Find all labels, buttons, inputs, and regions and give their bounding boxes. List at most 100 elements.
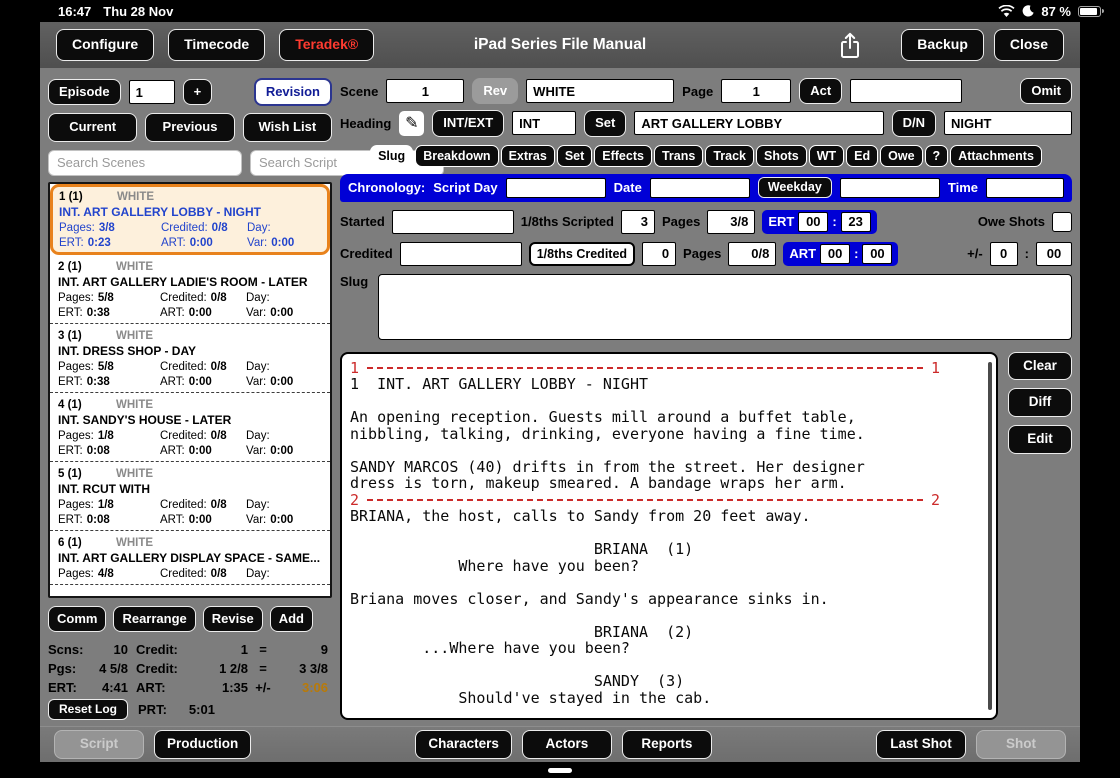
tab-effects[interactable]: Effects [594, 145, 652, 167]
eighths-scripted-input[interactable] [621, 210, 655, 234]
time-input[interactable] [986, 178, 1064, 198]
slug-textarea[interactable] [378, 274, 1072, 340]
page-number-input[interactable] [721, 79, 791, 103]
battery-tip [1102, 9, 1104, 13]
backup-button[interactable]: Backup [901, 29, 984, 61]
weekday-button[interactable]: Weekday [758, 177, 832, 199]
art-group: ART : [783, 242, 898, 266]
act-button[interactable]: Act [799, 78, 842, 104]
tab-shots[interactable]: Shots [756, 145, 807, 167]
pages-scripted-input[interactable] [707, 210, 755, 234]
eighths-credited-input[interactable] [642, 242, 676, 266]
set-button[interactable]: Set [584, 110, 626, 136]
plusminus-minutes-input[interactable] [1036, 242, 1072, 266]
art-minutes-input[interactable] [862, 244, 892, 264]
totals-ert-label: ERT: [48, 680, 86, 695]
ert-minutes-input[interactable] [841, 212, 871, 232]
current-tab-button[interactable]: Current [48, 113, 137, 141]
main-area: Episode + Revision Current Previous Wish… [40, 68, 1080, 726]
search-scenes-input[interactable] [48, 150, 242, 176]
tab-ed[interactable]: Ed [846, 145, 878, 167]
plusminus-hours-input[interactable] [990, 242, 1018, 266]
act-input[interactable] [850, 79, 962, 103]
eighths-credited-button[interactable]: 1/8ths Credited [529, 242, 635, 266]
ert-hours-input[interactable] [798, 212, 828, 232]
script-day-input[interactable] [506, 178, 606, 198]
int-ext-input[interactable] [512, 111, 576, 135]
characters-button[interactable]: Characters [415, 730, 512, 759]
script-viewer[interactable]: 111 INT. ART GALLERY LOBBY - NIGHT An op… [340, 352, 998, 721]
previous-tab-button[interactable]: Previous [145, 113, 234, 141]
tab-track[interactable]: Track [705, 145, 754, 167]
add-scene-button[interactable]: Add [270, 606, 313, 632]
tab-breakdown[interactable]: Breakdown [415, 145, 498, 167]
shot-button[interactable]: Shot [976, 730, 1066, 759]
tab-owe[interactable]: Owe [880, 145, 922, 167]
started-label: Started [340, 214, 385, 229]
script-line [350, 607, 986, 624]
int-ext-button[interactable]: INT/EXT [432, 110, 504, 136]
episode-number-input[interactable] [129, 80, 175, 104]
scene-label: Scene [340, 84, 378, 99]
battery-icon [1078, 6, 1101, 17]
tab-attachments[interactable]: Attachments [950, 145, 1042, 167]
totals-remain2-value: 3 3/8 [278, 661, 328, 676]
reset-log-button[interactable]: Reset Log [48, 699, 128, 720]
omit-button[interactable]: Omit [1020, 78, 1072, 104]
tab-extras[interactable]: Extras [501, 145, 555, 167]
started-input[interactable] [392, 210, 514, 234]
script-scrollbar[interactable] [988, 362, 992, 711]
totals-art-value: 1:35 [184, 680, 248, 695]
day-night-button[interactable]: D/N [892, 110, 936, 136]
tab-set[interactable]: Set [557, 145, 592, 167]
timecode-button[interactable]: Timecode [168, 29, 265, 61]
tab-trans[interactable]: Trans [654, 145, 703, 167]
totals-credit1-label: Credit: [128, 642, 184, 657]
app-header: Configure Timecode Teradek® iPad Series … [40, 22, 1080, 68]
revision-button[interactable]: Revision [254, 78, 332, 106]
edit-button[interactable]: Edit [1008, 425, 1072, 454]
set-input[interactable] [634, 111, 883, 135]
art-hours-input[interactable] [820, 244, 850, 264]
scene-list-item[interactable]: 5 (1)WHITEINT. RCUT WITHPages:1/8Credite… [50, 462, 330, 531]
reports-button[interactable]: Reports [622, 730, 712, 759]
scene-number-input[interactable] [386, 79, 464, 103]
day-night-input[interactable] [944, 111, 1072, 135]
pages-credited-input[interactable] [728, 242, 776, 266]
home-indicator[interactable] [548, 768, 572, 773]
clear-button[interactable]: Clear [1008, 352, 1072, 381]
scene-list-item[interactable]: 2 (1)WHITEINT. ART GALLERY LADIE'S ROOM … [50, 255, 330, 324]
production-nav-button[interactable]: Production [154, 730, 251, 759]
comm-button[interactable]: Comm [48, 606, 106, 632]
close-button[interactable]: Close [994, 29, 1064, 61]
episode-button[interactable]: Episode [48, 79, 121, 105]
configure-button[interactable]: Configure [56, 29, 154, 61]
actors-button[interactable]: Actors [522, 730, 612, 759]
credited-input[interactable] [400, 242, 522, 266]
battery-percent: 87 % [1041, 4, 1071, 19]
script-nav-button[interactable]: Script [54, 730, 144, 759]
rev-color-input[interactable] [526, 79, 674, 103]
tab-wt[interactable]: WT [809, 145, 844, 167]
revise-button[interactable]: Revise [203, 606, 263, 632]
totals-remain1-value: 9 [278, 642, 328, 657]
edit-heading-pencil-icon[interactable]: ✎ [399, 111, 424, 136]
share-icon[interactable] [839, 32, 861, 59]
rev-button[interactable]: Rev [472, 78, 518, 104]
date-input[interactable] [650, 178, 750, 198]
tab-slug[interactable]: Slug [370, 145, 413, 167]
scene-list-item[interactable]: 1 (1)WHITEINT. ART GALLERY LOBBY - NIGHT… [50, 184, 330, 255]
rearrange-button[interactable]: Rearrange [113, 606, 195, 632]
owe-shots-checkbox[interactable] [1052, 212, 1072, 232]
tab--[interactable]: ? [925, 145, 949, 167]
wishlist-tab-button[interactable]: Wish List [243, 113, 332, 141]
scene-list-item[interactable]: 6 (1)WHITEINT. ART GALLERY DISPLAY SPACE… [50, 531, 330, 585]
scene-list-item[interactable]: 3 (1)WHITEINT. DRESS SHOP - DAYPages:5/8… [50, 324, 330, 393]
scene-list-item[interactable]: 4 (1)WHITEINT. SANDY'S HOUSE - LATERPage… [50, 393, 330, 462]
diff-button[interactable]: Diff [1008, 388, 1072, 417]
last-shot-button[interactable]: Last Shot [876, 730, 966, 759]
add-episode-button[interactable]: + [183, 79, 213, 105]
teradek-button[interactable]: Teradek® [279, 29, 374, 61]
weekday-input[interactable] [840, 178, 940, 198]
credited-label: Credited [340, 246, 393, 261]
